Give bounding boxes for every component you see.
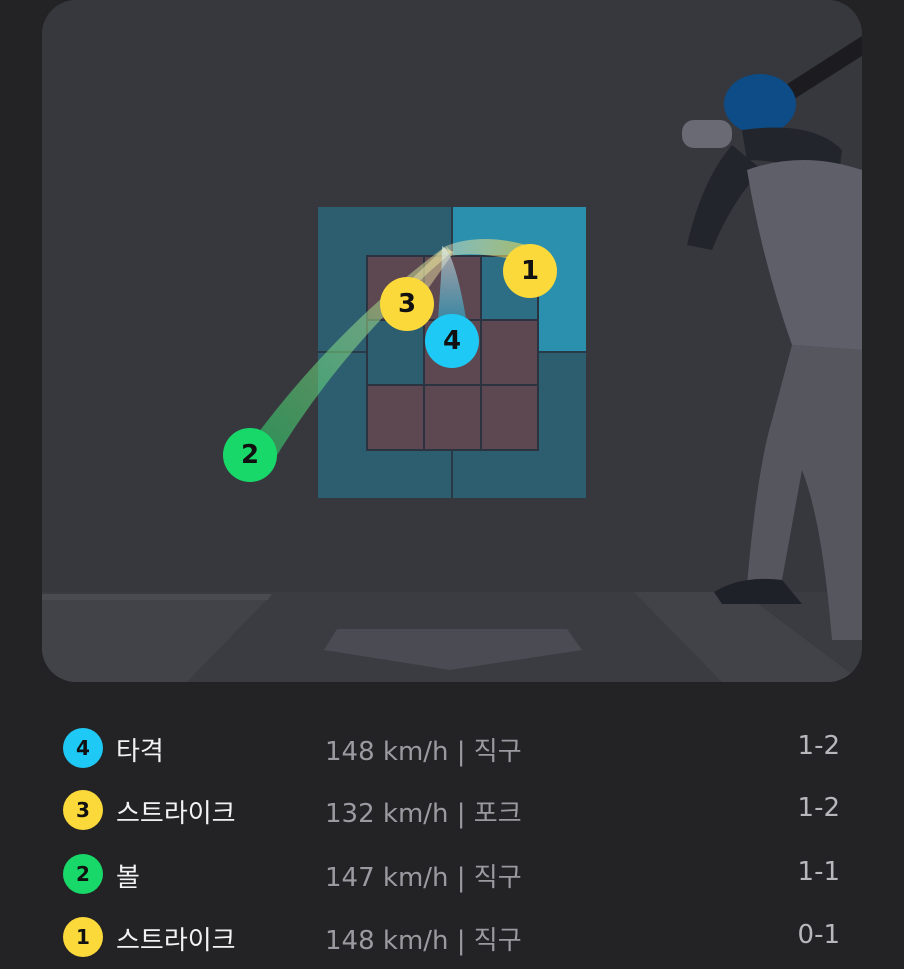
pitch-speed-type: 132 km/h | 포크 (325, 799, 522, 829)
zone-cell-4 (366, 319, 425, 386)
pitch-speed-type: 148 km/h | 직구 (325, 926, 522, 956)
zone-cell-6 (480, 319, 539, 386)
ball-strike-count: 1-2 (797, 793, 840, 823)
ball-strike-count: 0-1 (797, 920, 840, 950)
zone-cell-8 (423, 384, 482, 451)
pitch-log-row[interactable]: 4 타격 148 km/h | 직구 1-2 (0, 722, 904, 772)
pitch-number-badge: 1 (63, 917, 103, 957)
pitch-log-row[interactable]: 3 스트라이크 132 km/h | 포크 1-2 (0, 784, 904, 834)
pitch-speed-type: 147 km/h | 직구 (325, 863, 522, 893)
zone-cell-9 (480, 384, 539, 451)
pitch-result: 타격 (116, 737, 164, 767)
zone-cell-7 (366, 384, 425, 451)
pitch-number-badge: 3 (63, 790, 103, 830)
pitch-result: 스트라이크 (116, 799, 236, 829)
pitch-location-view: 1 2 3 4 (42, 0, 862, 682)
ball-strike-count: 1-2 (797, 731, 840, 761)
pitch-marker-4[interactable]: 4 (425, 314, 479, 368)
pitch-log-row[interactable]: 1 스트라이크 148 km/h | 직구 0-1 (0, 911, 904, 961)
pitch-marker-3[interactable]: 3 (380, 277, 434, 331)
pitch-result: 볼 (116, 863, 140, 893)
pitch-number-badge: 4 (63, 728, 103, 768)
batter-illustration (682, 36, 862, 640)
ball-strike-count: 1-1 (797, 857, 840, 887)
pitch-number-badge: 2 (63, 854, 103, 894)
pitch-marker-1[interactable]: 1 (503, 244, 557, 298)
pitch-result: 스트라이크 (116, 926, 236, 956)
pitch-log-row[interactable]: 2 볼 147 km/h | 직구 1-1 (0, 848, 904, 898)
pitch-marker-2[interactable]: 2 (223, 428, 277, 482)
pitch-speed-type: 148 km/h | 직구 (325, 737, 522, 767)
